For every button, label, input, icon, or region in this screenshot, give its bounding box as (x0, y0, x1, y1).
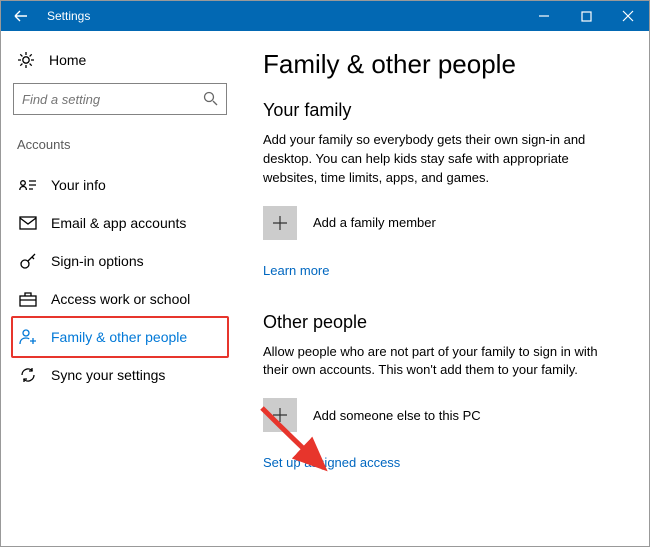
home-label: Home (49, 52, 86, 68)
sidebar-item-sync[interactable]: Sync your settings (13, 356, 227, 394)
window-title: Settings (41, 9, 90, 23)
page-title: Family & other people (263, 49, 621, 80)
add-someone-label: Add someone else to this PC (313, 408, 481, 423)
sidebar-item-label: Sync your settings (51, 367, 165, 383)
close-button[interactable] (607, 1, 649, 31)
user-card-icon (19, 176, 37, 194)
minimize-button[interactable] (523, 1, 565, 31)
family-description: Add your family so everybody gets their … (263, 131, 621, 188)
sidebar-item-label: Family & other people (51, 329, 187, 345)
settings-window: Settings Home Ac (0, 0, 650, 547)
sidebar-item-label: Your info (51, 177, 106, 193)
plus-icon (263, 206, 297, 240)
gear-icon (17, 51, 35, 69)
assigned-access-link[interactable]: Set up assigned access (263, 455, 400, 470)
person-plus-icon (19, 328, 37, 346)
add-family-member-button[interactable]: Add a family member (263, 206, 621, 240)
learn-more-link[interactable]: Learn more (263, 263, 329, 278)
other-people-heading: Other people (263, 312, 621, 333)
titlebar: Settings (1, 1, 649, 31)
back-button[interactable] (1, 1, 41, 31)
content-pane: Family & other people Your family Add yo… (239, 31, 649, 546)
sidebar-item-email[interactable]: Email & app accounts (13, 204, 227, 242)
mail-icon (19, 214, 37, 232)
section-label: Accounts (13, 137, 227, 166)
briefcase-icon (19, 290, 37, 308)
sidebar-item-label: Sign-in options (51, 253, 144, 269)
add-family-label: Add a family member (313, 215, 436, 230)
sidebar: Home Accounts Your info Email & app (1, 31, 239, 546)
search-box[interactable] (13, 83, 227, 115)
search-icon (203, 91, 218, 111)
plus-icon (263, 398, 297, 432)
sidebar-item-family[interactable]: Family & other people (11, 316, 229, 358)
add-someone-else-button[interactable]: Add someone else to this PC (263, 398, 621, 432)
sync-icon (19, 366, 37, 384)
maximize-button[interactable] (565, 1, 607, 31)
family-heading: Your family (263, 100, 621, 121)
sidebar-item-work[interactable]: Access work or school (13, 280, 227, 318)
search-input[interactable] (14, 84, 226, 114)
sidebar-item-label: Email & app accounts (51, 215, 186, 231)
other-people-description: Allow people who are not part of your fa… (263, 343, 621, 381)
key-icon (19, 252, 37, 270)
sidebar-item-your-info[interactable]: Your info (13, 166, 227, 204)
sidebar-item-signin[interactable]: Sign-in options (13, 242, 227, 280)
sidebar-item-label: Access work or school (51, 291, 190, 307)
home-button[interactable]: Home (13, 45, 227, 83)
